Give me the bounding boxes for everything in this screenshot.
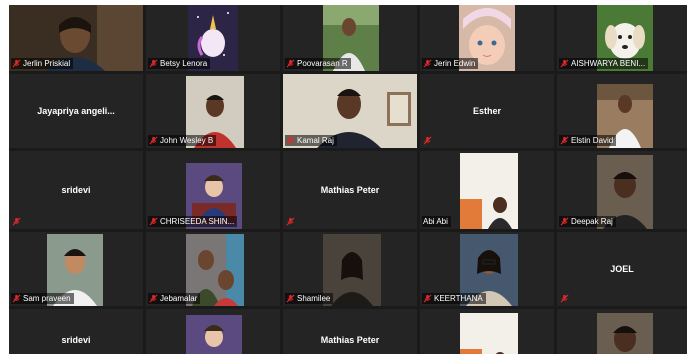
participant-tile[interactable]: Elstin David: [557, 74, 687, 148]
participant-name: Poovarasan R: [297, 59, 348, 68]
participant-tile[interactable]: Esther: [420, 74, 554, 148]
participant-video: [460, 153, 518, 229]
participant-tile[interactable]: [420, 309, 554, 354]
mic-muted-icon: [286, 217, 295, 226]
participant-name: KEERTHANA: [434, 294, 483, 303]
participant-name-label: Betsy Lenora: [148, 58, 211, 69]
participant-tile[interactable]: Poovarasan R: [283, 5, 417, 71]
participant-video: [460, 313, 518, 354]
participant-name-label: Jerlin Priskial: [11, 58, 74, 69]
participant-tile[interactable]: Jebamalar: [146, 232, 280, 306]
participant-name-label: Elstin David: [559, 135, 617, 146]
participant-name-label: CHRISEEDA SHIN...: [148, 216, 238, 227]
video-frame: [460, 313, 518, 354]
participant-tile[interactable]: KEERTHANA: [420, 232, 554, 306]
participant-name-label: Sam praveen: [11, 293, 74, 304]
mic-muted-icon: [286, 59, 295, 68]
participant-name-center: Mathias Peter: [320, 335, 380, 345]
mic-muted-icon: [423, 294, 432, 303]
mic-muted-icon: [149, 217, 158, 226]
participant-name-label: KEERTHANA: [422, 293, 486, 304]
mic-muted-icon: [560, 136, 569, 145]
mic-muted-icon: [149, 59, 158, 68]
participant-name-center: sridevi: [61, 185, 91, 195]
participant-name-label: Deepak Raj: [559, 216, 616, 227]
participant-name: Abi Abi: [423, 217, 448, 226]
participant-tile[interactable]: sridevi: [9, 151, 143, 229]
participant-name: Jerlin Priskial: [23, 59, 71, 68]
participant-tile[interactable]: sridevi: [9, 309, 143, 354]
participant-name: Jerin Edwin: [434, 59, 476, 68]
participant-tile[interactable]: Jerin Edwin: [420, 5, 554, 71]
participant-name: Jebamalar: [160, 294, 198, 303]
participant-name-label: AISHWARYA BENI...: [559, 58, 649, 69]
participant-tile[interactable]: Sam praveen: [9, 232, 143, 306]
participant-name: Deepak Raj: [571, 217, 613, 226]
participant-tile[interactable]: Kamal Raj: [283, 74, 417, 148]
video-frame: [460, 153, 518, 229]
participant-name-label: Shamilee: [285, 293, 334, 304]
mic-muted-icon: [560, 217, 569, 226]
participant-tile[interactable]: John Wesley B: [146, 74, 280, 148]
participant-name: Kamal Raj: [297, 136, 334, 145]
participant-name-label: Poovarasan R: [285, 58, 351, 69]
participant-video: [186, 315, 242, 354]
participant-name: Sam praveen: [23, 294, 71, 303]
participant-tile[interactable]: Mathias Peter: [283, 151, 417, 229]
participant-name: Betsy Lenora: [160, 59, 208, 68]
video-frame: [597, 313, 653, 354]
mic-muted-icon: [149, 136, 158, 145]
participant-tile[interactable]: [146, 309, 280, 354]
participant-tile[interactable]: Jayapriya angeli...: [9, 74, 143, 148]
participant-tile[interactable]: Betsy Lenora: [146, 5, 280, 71]
participant-name-center: Esther: [472, 106, 501, 116]
mic-muted-icon: [560, 294, 569, 303]
participant-tile[interactable]: Mathias Peter: [283, 309, 417, 354]
participant-name-label: Kamal Raj: [285, 135, 337, 146]
video-gallery: Jerlin Priskial Betsy Lenora Poovarasan …: [9, 5, 687, 354]
mic-muted-icon: [12, 59, 21, 68]
participant-tile[interactable]: Abi Abi: [420, 151, 554, 229]
participant-tile[interactable]: JOEL: [557, 232, 687, 306]
mic-muted-icon: [12, 294, 21, 303]
participant-name-label: Jerin Edwin: [422, 58, 479, 69]
participant-name: Elstin David: [571, 136, 614, 145]
participant-name: CHRISEEDA SHIN...: [160, 217, 235, 226]
participant-tile[interactable]: [557, 309, 687, 354]
participant-name: Shamilee: [297, 294, 331, 303]
participant-name-center: sridevi: [61, 335, 91, 345]
mic-muted-icon: [286, 294, 295, 303]
participant-tile[interactable]: CHRISEEDA SHIN...: [146, 151, 280, 229]
participant-name-label: Jebamalar: [148, 293, 201, 304]
participant-name-center: JOEL: [610, 264, 634, 274]
mic-muted-icon: [149, 294, 158, 303]
mic-muted-icon: [286, 136, 295, 145]
participant-tile[interactable]: AISHWARYA BENI...: [557, 5, 687, 71]
participant-name-center: Jayapriya angeli...: [37, 106, 115, 116]
participant-tile[interactable]: Shamilee: [283, 232, 417, 306]
participant-video: [597, 313, 653, 354]
avatar-image: [186, 315, 242, 354]
participant-name-label: Abi Abi: [422, 216, 451, 227]
participant-tile[interactable]: Jerlin Priskial: [9, 5, 143, 71]
participant-name: AISHWARYA BENI...: [571, 59, 646, 68]
mic-muted-icon: [12, 217, 21, 226]
participant-name-center: Mathias Peter: [320, 185, 380, 195]
participant-name-label: John Wesley B: [148, 135, 217, 146]
mic-muted-icon: [423, 59, 432, 68]
mic-muted-icon: [423, 136, 432, 145]
participant-tile[interactable]: Deepak Raj: [557, 151, 687, 229]
mic-muted-icon: [560, 59, 569, 68]
participant-name: John Wesley B: [160, 136, 214, 145]
